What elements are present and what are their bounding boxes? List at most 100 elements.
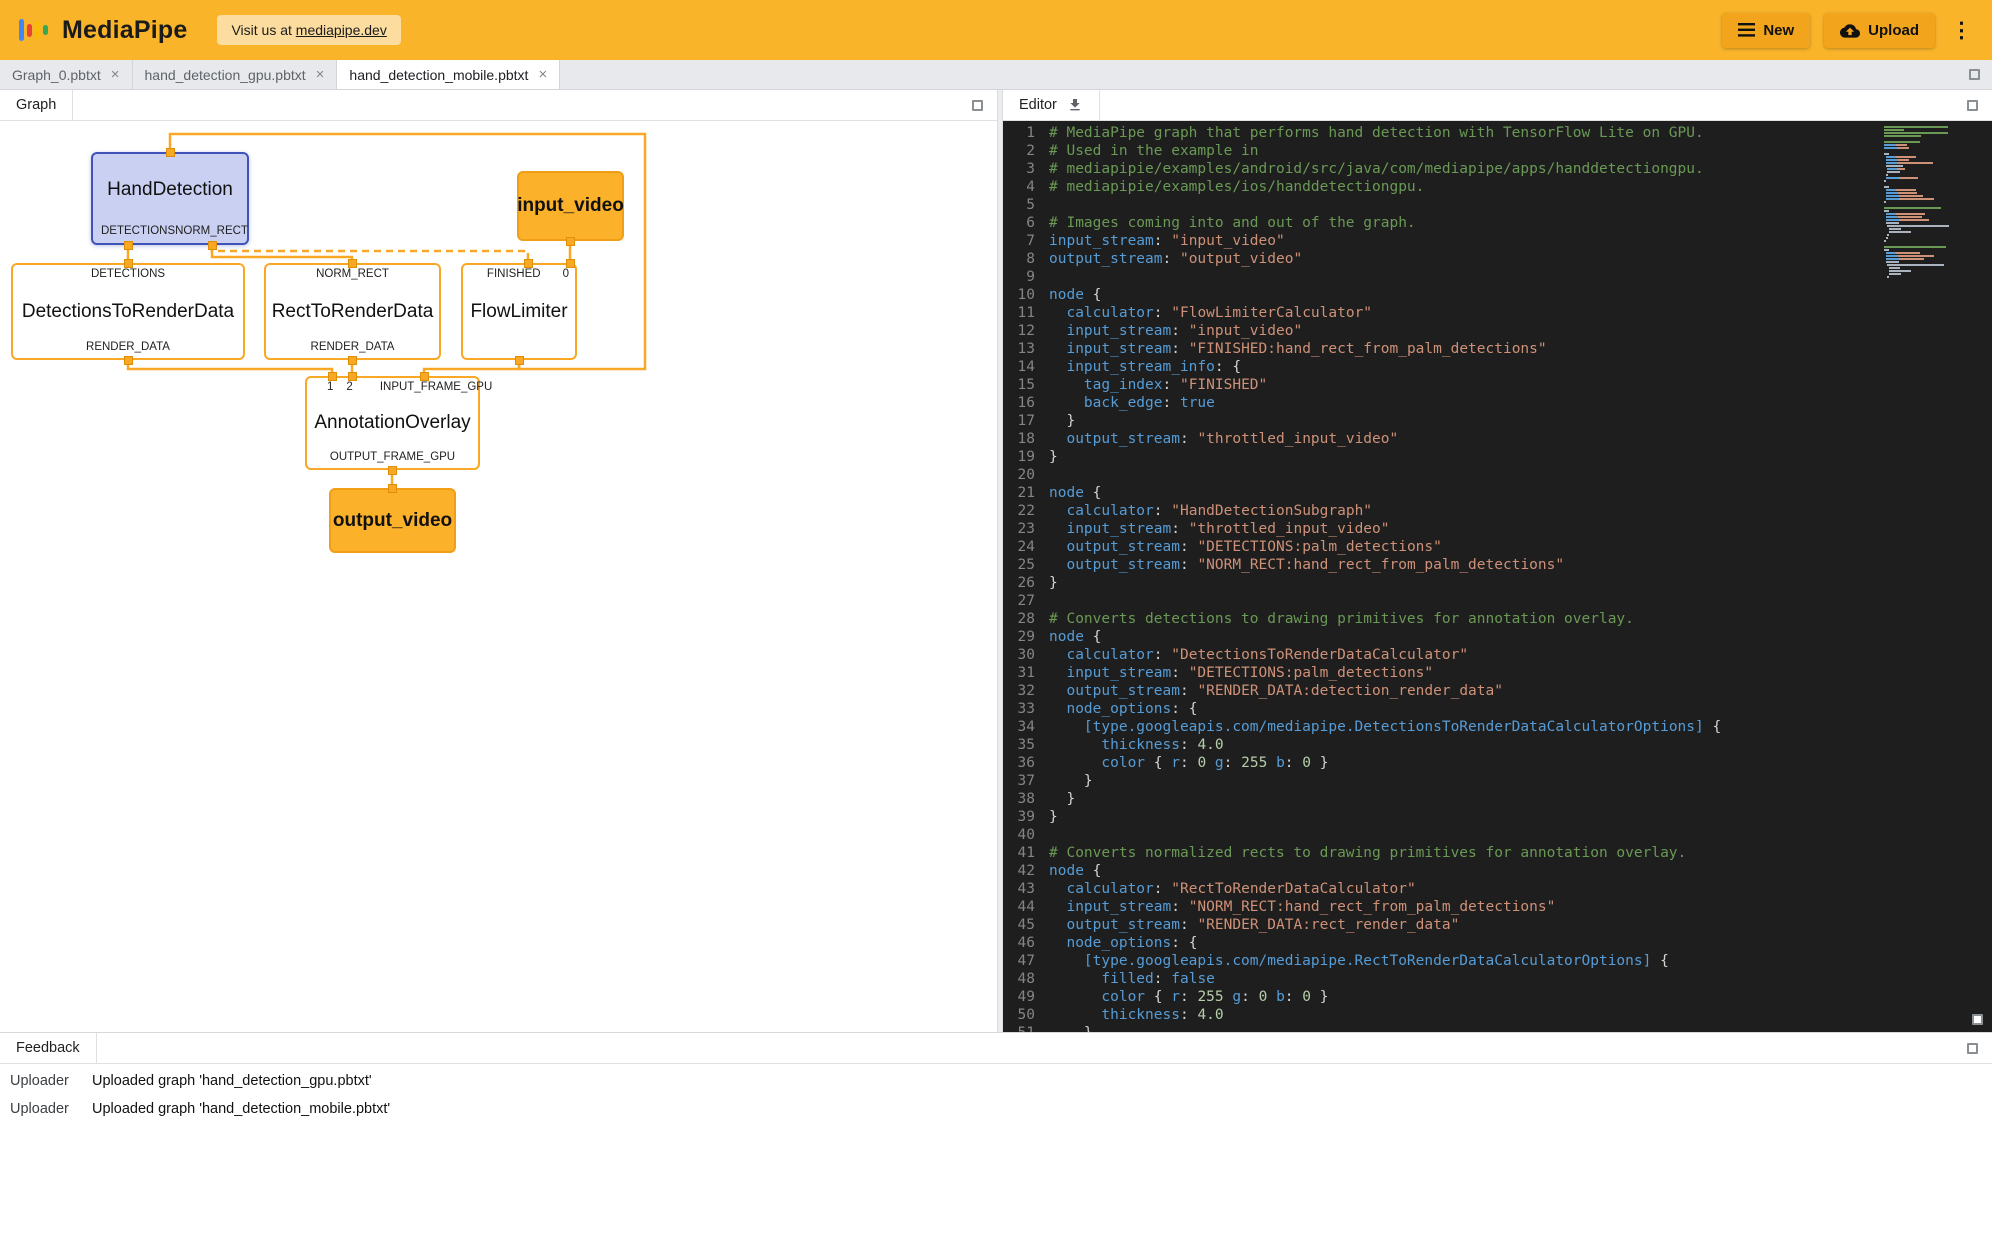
code-line: 39} (1003, 808, 1992, 826)
file-tab-label: Graph_0.pbtxt (12, 67, 101, 83)
code-line: 23 input_stream: "throttled_input_video" (1003, 520, 1992, 538)
code-line: 50 thickness: 4.0 (1003, 1006, 1992, 1024)
new-button-label: New (1763, 22, 1794, 39)
graph-node-handdetection[interactable]: HandDetection DETECTIONS NORM_RECT (91, 152, 249, 245)
feedback-message: Uploaded graph 'hand_detection_mobile.pb… (92, 1101, 390, 1117)
code-line: 12 input_stream: "input_video" (1003, 322, 1992, 340)
mediapipe-logo-icon (18, 15, 48, 45)
node-title: DetectionsToRenderData (13, 285, 243, 338)
upload-button-label: Upload (1868, 22, 1919, 39)
code-line: 36 color { r: 0 g: 255 b: 0 } (1003, 754, 1992, 772)
code-line: 3# mediapipie/examples/android/src/java/… (1003, 160, 1992, 178)
code-line: 20 (1003, 466, 1992, 484)
feedback-row: Uploader Uploaded graph 'hand_detection_… (10, 1101, 1992, 1129)
port (348, 356, 357, 365)
node-title: AnnotationOverlay (307, 398, 478, 448)
port-label-0: 0 (563, 268, 569, 280)
menu-icon (1738, 23, 1755, 37)
code-line: 26} (1003, 574, 1992, 592)
download-icon[interactable] (1067, 97, 1083, 113)
code-line: 47 [type.googleapis.com/mediapipe.RectTo… (1003, 952, 1992, 970)
port-label-1: 1 (327, 381, 333, 393)
code-line: 49 color { r: 255 g: 0 b: 0 } (1003, 988, 1992, 1006)
code-line: 30 calculator: "DetectionsToRenderDataCa… (1003, 646, 1992, 664)
code-line: 19} (1003, 448, 1992, 466)
graph-node-annotationoverlay[interactable]: 1 2 INPUT_FRAME_GPU AnnotationOverlay OU… (305, 376, 480, 470)
port-label-norm-rect: NORM_RECT (316, 268, 389, 280)
tab-editor[interactable]: Editor (1003, 90, 1100, 120)
feedback-tab-label: Feedback (16, 1040, 80, 1056)
feedback-row: Uploader Uploaded graph 'hand_detection_… (10, 1073, 1992, 1101)
expand-icon[interactable] (972, 100, 983, 111)
code-line: 7input_stream: "input_video" (1003, 232, 1992, 250)
tab-feedback[interactable]: Feedback (0, 1033, 97, 1063)
feedback-source: Uploader (10, 1073, 92, 1089)
node-title: output_video (333, 490, 452, 551)
port (208, 241, 217, 250)
graph-canvas[interactable]: HandDetection DETECTIONS NORM_RECT input… (0, 121, 997, 1032)
code-line: 29node { (1003, 628, 1992, 646)
port (124, 259, 133, 268)
code-line: 5 (1003, 196, 1992, 214)
code-line: 8output_stream: "output_video" (1003, 250, 1992, 268)
code-line: 17 } (1003, 412, 1992, 430)
close-tab-icon[interactable]: × (316, 67, 325, 82)
more-options-icon[interactable]: ⋮ (1949, 14, 1974, 47)
code-editor[interactable]: 1# MediaPipe graph that performs hand de… (1003, 121, 1992, 1032)
file-tab-hand-detection-gpu[interactable]: hand_detection_gpu.pbtxt × (133, 60, 338, 89)
node-title: RectToRenderData (266, 285, 439, 338)
code-line: 42node { (1003, 862, 1992, 880)
upload-button[interactable]: Upload (1824, 13, 1935, 48)
visit-us-banner[interactable]: Visit us at mediapipe.dev (217, 15, 400, 45)
file-tab-hand-detection-mobile[interactable]: hand_detection_mobile.pbtxt × (337, 60, 560, 89)
file-tab-graph-0[interactable]: Graph_0.pbtxt × (0, 60, 133, 89)
feedback-message: Uploaded graph 'hand_detection_gpu.pbtxt… (92, 1073, 372, 1089)
expand-icon[interactable] (1969, 69, 1980, 80)
minimap[interactable] (1884, 126, 1964, 279)
port-label-norm-rect: NORM_RECT (175, 225, 248, 237)
graph-panel-header: Graph (0, 90, 997, 121)
code-line: 37 } (1003, 772, 1992, 790)
expand-icon[interactable] (1967, 100, 1978, 111)
graph-node-input-video[interactable]: input_video (517, 171, 624, 241)
app-title: MediaPipe (62, 16, 187, 45)
app-header: MediaPipe Visit us at mediapipe.dev New … (0, 0, 1992, 60)
code-line: 34 [type.googleapis.com/mediapipe.Detect… (1003, 718, 1992, 736)
code-line: 6# Images coming into and out of the gra… (1003, 214, 1992, 232)
code-line: 32 output_stream: "RENDER_DATA:detection… (1003, 682, 1992, 700)
editor-panel-header: Editor (1003, 90, 1992, 121)
code-line: 44 input_stream: "NORM_RECT:hand_rect_fr… (1003, 898, 1992, 916)
code-lines: 1# MediaPipe graph that performs hand de… (1003, 124, 1992, 1032)
graph-node-output-video[interactable]: output_video (329, 488, 456, 553)
port (515, 356, 524, 365)
graph-node-detectionstorenderdata[interactable]: DETECTIONS DetectionsToRenderData RENDER… (11, 263, 245, 360)
graph-node-flowlimiter[interactable]: FINISHED 0 FlowLimiter (461, 263, 577, 360)
port (566, 259, 575, 268)
port-label-render-data: RENDER_DATA (86, 341, 170, 353)
visit-prefix: Visit us at (231, 22, 295, 38)
code-line: 10node { (1003, 286, 1992, 304)
code-line: 45 output_stream: "RENDER_DATA:rect_rend… (1003, 916, 1992, 934)
mediapipe-dev-link[interactable]: mediapipe.dev (296, 22, 387, 38)
code-line: 25 output_stream: "NORM_RECT:hand_rect_f… (1003, 556, 1992, 574)
close-tab-icon[interactable]: × (111, 67, 120, 82)
node-title: FlowLimiter (463, 285, 575, 338)
new-button[interactable]: New (1722, 13, 1810, 48)
port (328, 372, 337, 381)
close-tab-icon[interactable]: × (538, 67, 547, 82)
code-line: 22 calculator: "HandDetectionSubgraph" (1003, 502, 1992, 520)
expand-icon[interactable] (1967, 1043, 1978, 1054)
tab-graph[interactable]: Graph (0, 90, 73, 120)
code-line: 27 (1003, 592, 1992, 610)
port-label-detections: DETECTIONS (91, 268, 165, 280)
code-line: 14 input_stream_info: { (1003, 358, 1992, 376)
graph-panel: Graph HandDetection DETECTIONS (0, 90, 997, 1032)
expand-icon[interactable] (1972, 1014, 1983, 1025)
port (124, 241, 133, 250)
port (524, 259, 533, 268)
code-line: 21node { (1003, 484, 1992, 502)
code-line: 33 node_options: { (1003, 700, 1992, 718)
graph-node-recttorenderdata[interactable]: NORM_RECT RectToRenderData RENDER_DATA (264, 263, 441, 360)
feedback-panel: Feedback Uploader Uploaded graph 'hand_d… (0, 1032, 1992, 1236)
node-title: HandDetection (93, 154, 247, 225)
